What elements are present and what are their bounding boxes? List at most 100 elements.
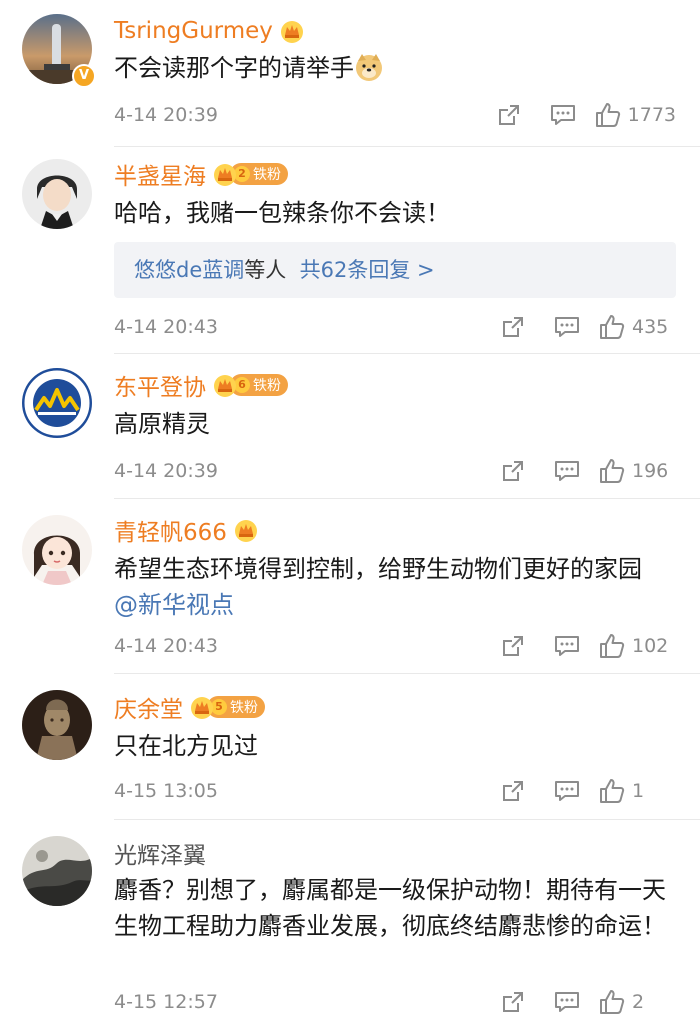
comment-text: 希望生态环境得到控制，给野生动物们更好的家园 [114, 555, 642, 583]
username[interactable]: 东平登协 [114, 368, 206, 402]
comment-item: 庆余堂 5 铁粉 只在北方见过 4-15 13:05 1 [0, 674, 700, 820]
action-bar: 2 [486, 985, 676, 1019]
comment-item: 东平登协 6 铁粉 高原精灵 4-14 20:39 196 [0, 354, 700, 499]
reply-icon[interactable] [540, 985, 594, 1019]
verified-badge: V [72, 64, 96, 88]
share-icon[interactable] [486, 985, 540, 1019]
username[interactable]: 半盏星海 [114, 157, 206, 191]
anime-man-avatar [22, 159, 92, 229]
comment-meta: 4-15 13:05 1 [114, 774, 676, 808]
reply-icon[interactable] [540, 774, 594, 808]
crown-icon [212, 161, 238, 187]
name-row: 半盏星海 2 铁粉 [114, 157, 288, 191]
share-icon[interactable] [482, 98, 536, 132]
reply-icon[interactable] [540, 310, 594, 344]
comment-item: 光辉泽翼 麝香？别想了，麝属都是一级保护动物！期待有一天生物工程助力麝香业发展，… [0, 820, 700, 1031]
username[interactable]: 青轻帆666 [114, 513, 227, 547]
comment-text-row: 不会读那个字的请举手 [114, 50, 679, 86]
crown-icon [212, 372, 238, 398]
share-icon[interactable] [486, 629, 540, 663]
reply-icon[interactable] [540, 454, 594, 488]
name-row: 东平登协 6 铁粉 [114, 368, 288, 402]
avatar[interactable] [22, 690, 92, 760]
like-button[interactable]: 196 [598, 454, 676, 488]
comment-meta: 4-14 20:43 435 [114, 310, 676, 344]
action-bar: 435 [486, 310, 676, 344]
fan-label: 铁粉 [253, 378, 281, 394]
ink-painting-avatar [22, 836, 92, 906]
fan-badge: 5 铁粉 [207, 696, 265, 718]
replies-connector: 等人 [244, 258, 287, 282]
mountain-association-logo [22, 368, 92, 438]
like-icon [600, 779, 625, 803]
timestamp: 4-14 20:39 [114, 460, 218, 482]
comment-text: 哈哈，我赌一包辣条你不会读！ [114, 199, 450, 227]
fan-badge: 2 铁粉 [230, 163, 288, 185]
timestamp: 4-15 12:57 [114, 991, 218, 1013]
comment-item: 半盏星海 2 铁粉 哈哈，我赌一包辣条你不会读！ 悠悠de蓝调等人 共62条回复… [0, 147, 700, 354]
comment-meta: 4-14 20:43 102 [114, 629, 676, 663]
like-count: 1 [632, 780, 645, 802]
timestamp: 4-14 20:43 [114, 316, 218, 338]
fan-badge: 6 铁粉 [230, 374, 288, 396]
comment-text: 高原精灵 [114, 410, 210, 438]
cartoon-girl-avatar [22, 515, 92, 585]
doge-emoji [354, 52, 384, 82]
username[interactable]: TsringGurmey [114, 18, 273, 44]
comment-text-block: 希望生态环境得到控制，给野生动物们更好的家园 @新华视点 [114, 551, 679, 623]
comment-meta: 4-14 20:39 1773 [114, 98, 676, 132]
reply-icon[interactable] [536, 98, 590, 132]
statue-avatar [22, 690, 92, 760]
crown-icon [233, 517, 259, 543]
like-count: 435 [632, 316, 669, 338]
comment-meta: 4-14 20:39 196 [114, 454, 676, 488]
like-count: 2 [632, 991, 645, 1013]
timestamp: 4-15 13:05 [114, 780, 218, 802]
name-row: 光辉泽翼 [114, 836, 206, 870]
replies-total-link[interactable]: 共62条回复 > [300, 258, 435, 282]
comment-item: 青轻帆666 希望生态环境得到控制，给野生动物们更好的家园 @新华视点 4-14… [0, 499, 700, 674]
comment-text: 只在北方见过 [114, 732, 258, 760]
like-icon [595, 103, 620, 127]
reply-icon[interactable] [540, 629, 594, 663]
mention-link[interactable]: @新华视点 [114, 587, 679, 623]
like-count: 1773 [627, 104, 676, 126]
replies-box[interactable]: 悠悠de蓝调等人 共62条回复 > [114, 242, 676, 298]
share-icon[interactable] [486, 310, 540, 344]
username[interactable]: 光辉泽翼 [114, 836, 206, 870]
comment-text: 麝香？别想了，麝属都是一级保护动物！期待有一天生物工程助力麝香业发展，彻底终结麝… [114, 876, 666, 940]
like-button[interactable]: 1 [598, 774, 676, 808]
like-icon [600, 990, 625, 1014]
name-row: 青轻帆666 [114, 513, 259, 547]
fan-label: 铁粉 [230, 700, 258, 716]
avatar[interactable] [22, 836, 92, 906]
like-icon [600, 315, 625, 339]
username[interactable]: 庆余堂 [114, 690, 183, 724]
fan-label: 铁粉 [253, 167, 281, 183]
like-button[interactable]: 435 [598, 310, 676, 344]
action-bar: 196 [486, 454, 676, 488]
crown-icon [189, 694, 215, 720]
like-count: 196 [632, 460, 669, 482]
action-bar: 1773 [482, 98, 676, 132]
timestamp: 4-14 20:39 [114, 104, 218, 126]
avatar[interactable] [22, 368, 92, 438]
like-button[interactable]: 102 [598, 629, 676, 663]
comment-item: V TsringGurmey 不会读那个字的请举手 4-14 20:39 177… [0, 0, 700, 147]
like-icon [600, 459, 625, 483]
like-button[interactable]: 2 [598, 985, 676, 1019]
avatar[interactable] [22, 159, 92, 229]
comment-text: 不会读那个字的请举手 [114, 54, 354, 82]
like-button[interactable]: 1773 [594, 98, 676, 132]
share-icon[interactable] [486, 774, 540, 808]
crown-icon [279, 18, 305, 44]
comment-meta: 4-15 12:57 2 [114, 985, 676, 1019]
reply-author-link[interactable]: 悠悠de蓝调 [134, 258, 244, 282]
name-row: 庆余堂 5 铁粉 [114, 690, 265, 724]
like-count: 102 [632, 635, 669, 657]
avatar[interactable] [22, 515, 92, 585]
share-icon[interactable] [486, 454, 540, 488]
name-row: TsringGurmey [114, 14, 305, 48]
timestamp: 4-14 20:43 [114, 635, 218, 657]
like-icon [600, 634, 625, 658]
